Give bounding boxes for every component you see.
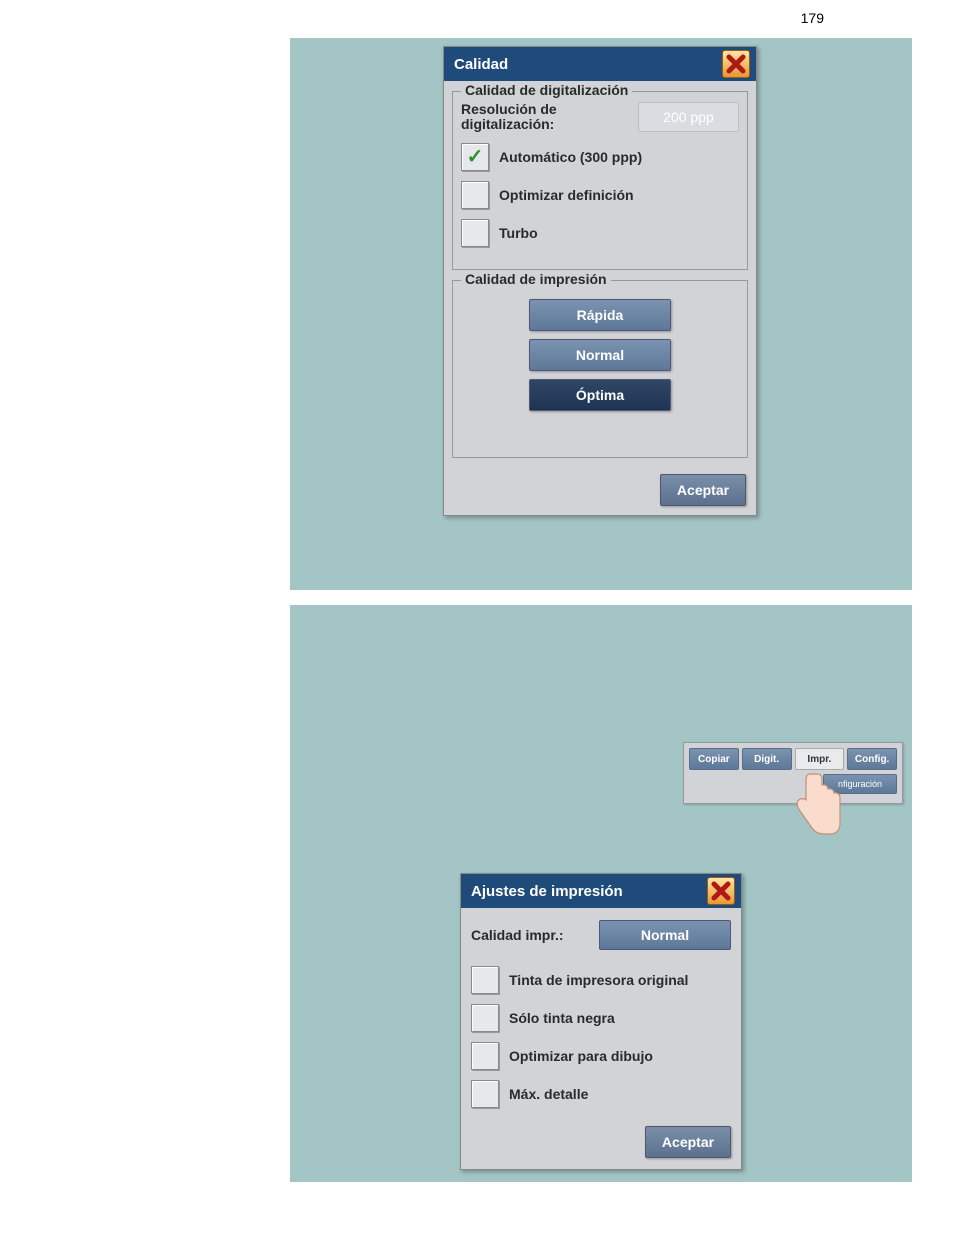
resolution-label: Resolución de digitalización:: [461, 102, 638, 133]
option-optimize-drawing: Optimizar para dibujo: [471, 1042, 731, 1070]
close-button[interactable]: [722, 50, 750, 78]
checkbox-original-ink[interactable]: [471, 966, 499, 994]
print-options: Tinta de impresora original Sólo tinta n…: [461, 966, 741, 1108]
scan-quality-legend: Calidad de digitalización: [461, 82, 632, 98]
print-quality-fieldset: Calidad de impresión Rápida Normal Óptim…: [452, 280, 748, 458]
scan-quality-fieldset: Calidad de digitalización Resolución de …: [452, 91, 748, 270]
screenshot-1: Calidad Calidad de digitalización Resolu…: [290, 38, 912, 590]
close-icon: [708, 878, 734, 904]
accept-button-2[interactable]: Aceptar: [645, 1126, 731, 1158]
accept-button[interactable]: Aceptar: [660, 474, 746, 506]
screenshot-2: Copiar Digit. Impr. Config. nfiguración …: [290, 605, 912, 1182]
accept-row: Aceptar: [444, 468, 756, 506]
option-max-detail-label: Máx. detalle: [509, 1086, 588, 1102]
dialog2-title: Ajustes de impresión: [471, 883, 623, 900]
toolbar-tabs: Copiar Digit. Impr. Config.: [684, 743, 902, 770]
page-number: 179: [801, 10, 824, 26]
tab-config[interactable]: Config.: [847, 748, 897, 770]
checkbox-optimize-drawing[interactable]: [471, 1042, 499, 1070]
option-optimize-drawing-label: Optimizar para dibujo: [509, 1048, 653, 1064]
checkbox-automatic[interactable]: ✓: [461, 143, 489, 171]
quality-fast-button[interactable]: Rápida: [529, 299, 671, 331]
tab-print[interactable]: Impr.: [795, 748, 845, 770]
close-icon: [723, 51, 749, 77]
tab-copy[interactable]: Copiar: [689, 748, 739, 770]
option-original-ink: Tinta de impresora original: [471, 966, 731, 994]
toolbar-panel: Copiar Digit. Impr. Config. nfiguración: [683, 742, 903, 804]
checkbox-optimize[interactable]: [461, 181, 489, 209]
checkbox-black-ink[interactable]: [471, 1004, 499, 1032]
option-optimize-label: Optimizar definición: [499, 187, 634, 203]
accept-row-2: Aceptar: [461, 1118, 741, 1158]
check-icon: ✓: [467, 144, 484, 169]
checkbox-turbo[interactable]: [461, 219, 489, 247]
option-black-ink-label: Sólo tinta negra: [509, 1010, 615, 1026]
dialog-title: Calidad: [454, 56, 508, 73]
option-turbo: Turbo: [461, 219, 739, 247]
option-automatic: ✓ Automático (300 ppp): [461, 143, 739, 171]
toolbar-subrow: nfiguración: [684, 770, 902, 794]
print-settings-dialog: Ajustes de impresión Calidad impr.: Norm…: [460, 873, 742, 1170]
resolution-value[interactable]: 200 ppp: [638, 102, 739, 132]
option-original-ink-label: Tinta de impresora original: [509, 972, 688, 988]
resolution-row: Resolución de digitalización: 200 ppp: [461, 102, 739, 133]
dialog-titlebar: Calidad: [444, 47, 756, 81]
option-optimize: Optimizar definición: [461, 181, 739, 209]
option-black-ink: Sólo tinta negra: [471, 1004, 731, 1032]
checkbox-max-detail[interactable]: [471, 1080, 499, 1108]
configuration-subbutton[interactable]: nfiguración: [823, 774, 897, 794]
quality-dialog: Calidad Calidad de digitalización Resolu…: [443, 46, 757, 516]
dialog2-titlebar: Ajustes de impresión: [461, 874, 741, 908]
option-max-detail: Máx. detalle: [471, 1080, 731, 1108]
quality-best-button[interactable]: Óptima: [529, 379, 671, 411]
quality-normal-button[interactable]: Normal: [529, 339, 671, 371]
option-turbo-label: Turbo: [499, 225, 538, 241]
tab-scan[interactable]: Digit.: [742, 748, 792, 770]
close-button-2[interactable]: [707, 877, 735, 905]
option-automatic-label: Automático (300 ppp): [499, 149, 642, 165]
print-quality-label: Calidad impr.:: [471, 927, 564, 943]
print-quality-row: Calidad impr.: Normal: [461, 908, 741, 956]
print-quality-value[interactable]: Normal: [599, 920, 731, 950]
print-quality-legend: Calidad de impresión: [461, 271, 611, 287]
